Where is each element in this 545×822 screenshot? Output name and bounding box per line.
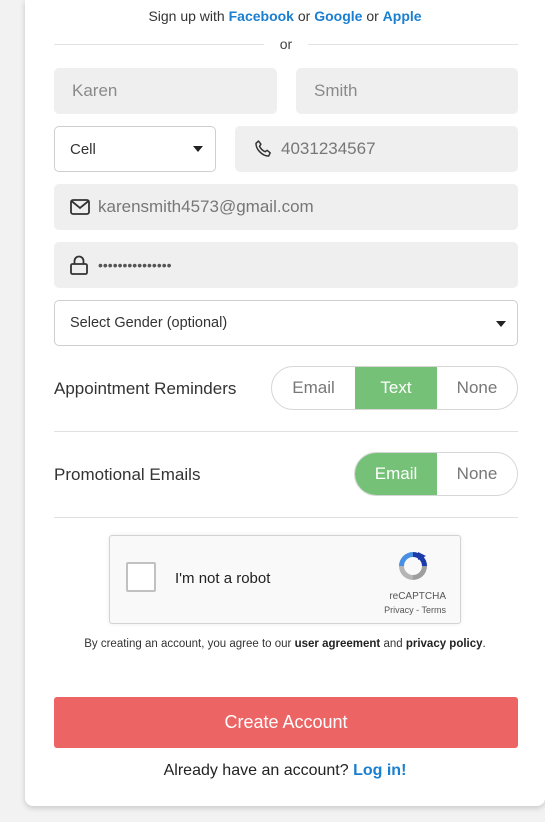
caret-down-icon (193, 146, 203, 152)
password-field[interactable]: ••••••••••••••• (54, 242, 518, 288)
social-prefix: Sign up with (148, 8, 225, 24)
email-field[interactable]: karensmith4573@gmail.com (54, 184, 518, 230)
terms-prefix: By creating an account, you agree to our (84, 638, 292, 650)
recaptcha-widget: I'm not a robot reCAPTCHA Privacy - Term… (109, 535, 461, 624)
apple-link[interactable]: Apple (383, 8, 422, 24)
divider-line (308, 44, 518, 45)
recaptcha-links[interactable]: Privacy - Terms (384, 605, 446, 615)
promotional-emails-toggle: Email None (354, 452, 518, 496)
section-divider (54, 517, 518, 518)
first-name-value: Karen (72, 81, 118, 100)
terms-text: By creating an account, you agree to our… (25, 638, 545, 650)
phone-type-select[interactable]: Cell (54, 126, 216, 172)
last-name-value: Smith (314, 81, 358, 100)
create-account-button[interactable]: Create Account (54, 697, 518, 748)
email-value: karensmith4573@gmail.com (98, 197, 314, 216)
or-divider: or (54, 35, 518, 55)
phone-field[interactable]: 4031234567 (235, 126, 518, 172)
promotional-emails-label: Promotional Emails (54, 465, 201, 484)
first-name-field[interactable]: Karen (54, 68, 277, 114)
appointment-reminders-label: Appointment Reminders (54, 379, 237, 398)
envelope-icon (70, 199, 90, 215)
terms-and: and (383, 638, 403, 650)
signup-card: Sign up with Facebook or Google or Apple… (25, 0, 545, 806)
lock-icon (70, 255, 88, 275)
promo-option-email[interactable]: Email (355, 453, 437, 495)
social-sep: or (366, 8, 379, 24)
password-value: ••••••••••••••• (98, 257, 172, 273)
promo-option-none[interactable]: None (437, 453, 517, 495)
user-agreement-link[interactable]: user agreement (295, 638, 381, 650)
phone-icon (253, 139, 273, 159)
reminder-option-email[interactable]: Email (272, 367, 355, 409)
social-sep: or (297, 8, 311, 24)
login-prefix: Already have an account? (163, 762, 349, 779)
reminder-option-text[interactable]: Text (355, 367, 437, 409)
google-link[interactable]: Google (314, 8, 362, 24)
phone-type-value: Cell (70, 140, 96, 158)
gender-value: Select Gender (optional) (70, 315, 228, 331)
login-link[interactable]: Log in! (353, 762, 406, 779)
last-name-field[interactable]: Smith (296, 68, 518, 114)
appointment-reminders-toggle: Email Text None (271, 366, 518, 410)
recaptcha-logo-icon (396, 550, 430, 582)
privacy-policy-link[interactable]: privacy policy (406, 638, 483, 650)
reminder-option-none[interactable]: None (437, 367, 517, 409)
social-signup-line: Sign up with Facebook or Google or Apple (25, 8, 545, 24)
recaptcha-brand: reCAPTCHA (389, 591, 446, 602)
login-prompt: Already have an account? Log in! (25, 762, 545, 780)
recaptcha-label: I'm not a robot (175, 570, 271, 587)
section-divider (54, 431, 518, 432)
facebook-link[interactable]: Facebook (229, 8, 294, 24)
recaptcha-checkbox[interactable] (126, 562, 156, 592)
phone-value: 4031234567 (281, 139, 376, 158)
gender-select[interactable]: Select Gender (optional) (54, 300, 518, 346)
caret-down-icon (496, 321, 506, 327)
terms-suffix: . (482, 638, 486, 650)
